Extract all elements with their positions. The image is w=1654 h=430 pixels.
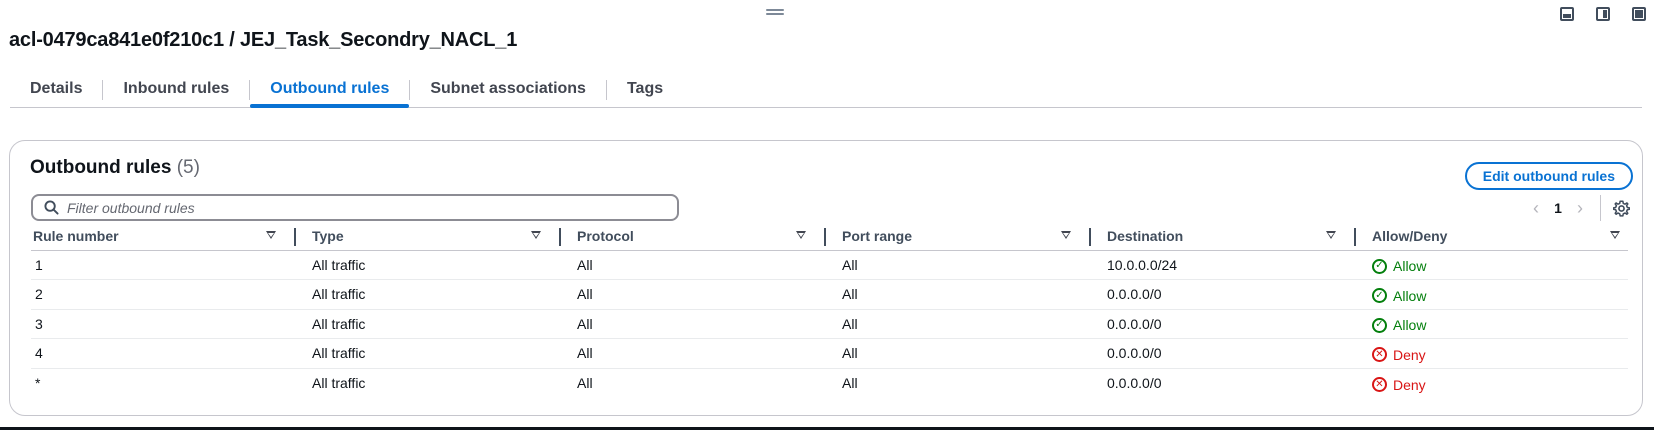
- cell-protocol: All: [561, 279, 826, 310]
- table-row[interactable]: * All traffic All All 0.0.0.0/0 ✕ Deny: [31, 368, 1628, 398]
- panel-title: Outbound rules (5): [30, 157, 200, 179]
- column-label: Type: [312, 227, 344, 244]
- status-allow: ✓ Allow: [1372, 258, 1426, 274]
- next-page-icon[interactable]: ›: [1566, 198, 1594, 219]
- column-label: Protocol: [577, 227, 634, 244]
- cell-type: All traffic: [312, 375, 366, 391]
- status-label: Allow: [1393, 287, 1427, 304]
- cell-rule-number: 2: [31, 279, 296, 310]
- x-circle-icon: ✕: [1372, 377, 1387, 392]
- cell-protocol: All: [561, 338, 826, 369]
- cell-type: All traffic: [296, 338, 561, 369]
- sort-icon[interactable]: [1061, 231, 1071, 239]
- status-label: Deny: [1393, 376, 1426, 393]
- table-row[interactable]: 1 All traffic All All 10.0.0.0/24 ✓ Allow: [31, 250, 1628, 280]
- panel-full-icon[interactable]: [1632, 7, 1646, 21]
- cell-type: All traffic: [296, 309, 561, 339]
- status-allow: ✓ Allow: [1372, 288, 1426, 304]
- cell-rule-number: 4: [31, 338, 296, 369]
- cell-destination: 0.0.0.0/0: [1107, 375, 1162, 391]
- panel-side-icon[interactable]: [1596, 7, 1610, 21]
- check-circle-icon: ✓: [1372, 317, 1387, 333]
- sort-icon[interactable]: [266, 231, 276, 239]
- cell-port-range: All: [826, 279, 1091, 310]
- pager-divider: [1600, 195, 1601, 221]
- check-circle-icon: ✓: [1372, 288, 1387, 304]
- cell-port-range: All: [842, 375, 858, 391]
- tab-outbound-rules[interactable]: Outbound rules: [250, 72, 410, 108]
- column-header-port-range[interactable]: Port range: [826, 222, 1091, 251]
- column-header-protocol[interactable]: Protocol: [561, 222, 826, 251]
- cell-type: All traffic: [296, 250, 561, 280]
- table-row[interactable]: 2 All traffic All All 0.0.0.0/0 ✓ Allow: [31, 279, 1628, 310]
- sort-icon[interactable]: [796, 231, 806, 239]
- tab-subnet-associations[interactable]: Subnet associations: [410, 72, 606, 107]
- previous-page-icon[interactable]: ‹: [1522, 198, 1550, 219]
- cell-destination: 0.0.0.0/0: [1091, 338, 1356, 369]
- status-label: Allow: [1393, 258, 1427, 275]
- tab-details[interactable]: Details: [10, 72, 102, 107]
- status-label: Deny: [1393, 346, 1426, 363]
- column-label: Rule number: [33, 227, 119, 244]
- column-header-rule-number[interactable]: Rule number: [31, 222, 296, 251]
- pagination: ‹ 1 ›: [1522, 195, 1630, 221]
- sort-icon[interactable]: [1326, 231, 1336, 239]
- cell-rule-number: *: [35, 375, 41, 391]
- cell-allow-deny: ✓ Allow: [1356, 309, 1628, 339]
- outbound-rules-panel: Outbound rules (5) Edit outbound rules ‹…: [9, 140, 1643, 416]
- cell-allow-deny: ✕ Deny: [1356, 338, 1628, 369]
- column-header-type[interactable]: Type: [296, 222, 561, 251]
- page-title: acl-0479ca841e0f210c1 / JEJ_Task_Secondr…: [9, 29, 518, 51]
- status-deny: ✕ Deny: [1372, 377, 1426, 393]
- cell-destination: 10.0.0.0/24: [1091, 250, 1356, 280]
- page-number[interactable]: 1: [1550, 200, 1566, 216]
- column-label: Destination: [1107, 227, 1184, 244]
- tab-tags[interactable]: Tags: [607, 72, 683, 107]
- search-icon: [44, 200, 59, 215]
- column-label: Allow/Deny: [1372, 227, 1448, 244]
- panel-bottom-icon[interactable]: [1560, 7, 1574, 21]
- tab-bar: Details Inbound rules Outbound rules Sub…: [10, 72, 1642, 108]
- panel-drag-handle[interactable]: [766, 9, 784, 17]
- cell-destination: 0.0.0.0/0: [1091, 309, 1356, 339]
- table-row[interactable]: 3 All traffic All All 0.0.0.0/0 ✓ Allow: [31, 309, 1628, 339]
- status-allow: ✓ Allow: [1372, 317, 1426, 333]
- cell-port-range: All: [826, 338, 1091, 369]
- cell-port-range: All: [826, 309, 1091, 339]
- cell-type: All traffic: [296, 279, 561, 310]
- sort-icon[interactable]: [531, 231, 541, 239]
- status-deny: ✕ Deny: [1372, 347, 1426, 363]
- cell-destination: 0.0.0.0/0: [1091, 279, 1356, 310]
- cell-rule-number: 1: [31, 250, 296, 280]
- column-header-destination[interactable]: Destination: [1091, 222, 1356, 251]
- cell-allow-deny: ✕ Deny: [1356, 368, 1628, 398]
- status-label: Allow: [1393, 317, 1427, 334]
- rule-count: (5): [176, 157, 200, 178]
- table-header-row: Rule number Type Protocol Port range Des…: [31, 222, 1628, 251]
- cell-protocol: All: [577, 375, 593, 391]
- edit-outbound-rules-button[interactable]: Edit outbound rules: [1464, 162, 1633, 190]
- panel-title-text: Outbound rules: [30, 157, 172, 178]
- column-header-allow-deny[interactable]: Allow/Deny: [1356, 222, 1628, 251]
- cell-allow-deny: ✓ Allow: [1356, 250, 1628, 280]
- sort-icon[interactable]: [1610, 231, 1620, 239]
- outbound-rules-table: Rule number Type Protocol Port range Des…: [31, 222, 1628, 398]
- check-circle-icon: ✓: [1372, 258, 1387, 274]
- layout-controls: [1560, 7, 1646, 21]
- cell-rule-number: 3: [31, 309, 296, 339]
- cell-allow-deny: ✓ Allow: [1356, 279, 1628, 310]
- table-row[interactable]: 4 All traffic All All 0.0.0.0/0 ✕ Deny: [31, 338, 1628, 369]
- filter-field[interactable]: [31, 194, 679, 221]
- column-label: Port range: [842, 227, 913, 244]
- cell-protocol: All: [561, 250, 826, 280]
- cell-port-range: All: [826, 250, 1091, 280]
- filter-input[interactable]: [67, 199, 667, 216]
- tab-inbound-rules[interactable]: Inbound rules: [103, 72, 249, 107]
- settings-gear-icon[interactable]: [1613, 200, 1630, 217]
- cell-protocol: All: [561, 309, 826, 339]
- x-circle-icon: ✕: [1372, 347, 1387, 363]
